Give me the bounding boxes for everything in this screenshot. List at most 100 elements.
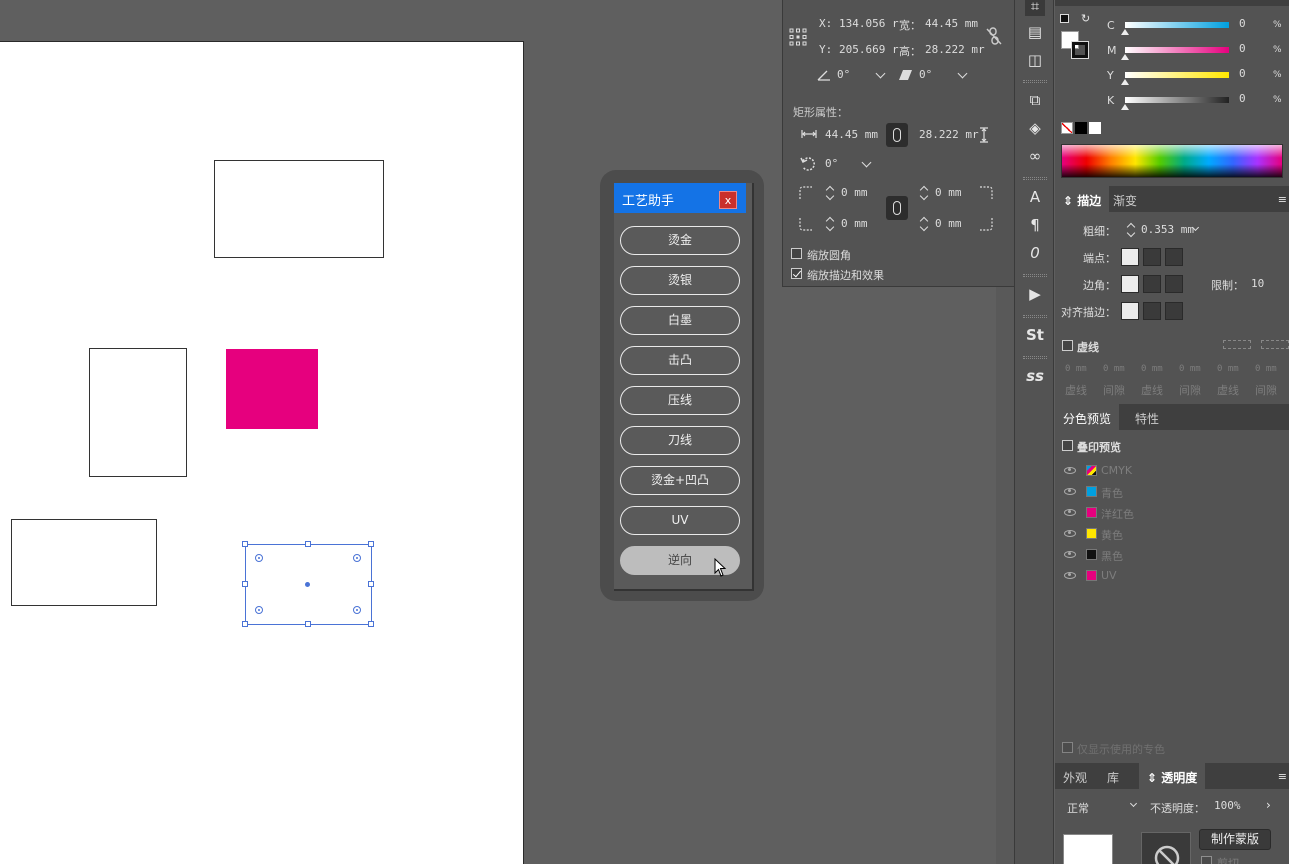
dock-grip[interactable] xyxy=(1023,177,1047,180)
glyphs-icon[interactable]: 0 xyxy=(1025,243,1045,263)
channel-y-slider[interactable] xyxy=(1125,72,1229,78)
handle-mr[interactable] xyxy=(368,581,374,587)
corner-bl-spinner[interactable] xyxy=(826,217,834,231)
emboss-button[interactable]: 击凸 xyxy=(620,346,740,375)
reference-point-icon[interactable] xyxy=(789,28,807,46)
rotate-value[interactable]: 0° xyxy=(837,68,850,81)
round-cap-icon[interactable] xyxy=(1143,248,1161,266)
corner-widget-br[interactable] xyxy=(353,606,361,614)
blend-mode-dropdown-icon[interactable] xyxy=(1129,799,1138,808)
channel-y-thumb[interactable] xyxy=(1121,79,1129,85)
scale-strokes-checkbox[interactable] xyxy=(791,268,802,279)
dash-field-1[interactable]: 0 mm xyxy=(1065,364,1087,374)
channel-k-value[interactable]: 0 xyxy=(1239,92,1246,105)
h-value[interactable]: 28.222 mr xyxy=(925,43,985,56)
white-ink-button[interactable]: 白墨 xyxy=(620,306,740,335)
play-icon[interactable]: ▶ xyxy=(1025,284,1045,304)
weight-value[interactable]: 0.353 mm xyxy=(1141,223,1194,236)
dashed-checkbox[interactable] xyxy=(1062,340,1073,351)
close-button[interactable]: x xyxy=(719,191,737,209)
dock-grip[interactable] xyxy=(1023,80,1047,83)
eye-icon[interactable] xyxy=(1064,509,1076,516)
scale-corners-checkbox[interactable] xyxy=(791,248,802,259)
eye-icon[interactable] xyxy=(1064,467,1076,474)
character-icon[interactable]: A xyxy=(1025,187,1045,207)
blend-mode-value[interactable]: 正常 xyxy=(1067,800,1089,816)
layers-icon[interactable]: ◈ xyxy=(1025,118,1045,138)
handle-tr[interactable] xyxy=(368,541,374,547)
constrain-unlinked-icon[interactable] xyxy=(986,27,1002,45)
corner-widget-tl[interactable] xyxy=(255,554,263,562)
rotate-dropdown-icon[interactable] xyxy=(875,68,886,79)
tab-transparency[interactable]: ⇕ 透明度 xyxy=(1139,763,1206,789)
x-value[interactable]: 134.056 r xyxy=(839,17,899,30)
none-swatch[interactable] xyxy=(1061,122,1073,134)
corner-widget-tr[interactable] xyxy=(353,554,361,562)
color-spectrum[interactable] xyxy=(1061,144,1283,178)
handle-bm[interactable] xyxy=(305,621,311,627)
opacity-value[interactable]: 100% xyxy=(1214,799,1241,812)
links-icon[interactable]: ∞ xyxy=(1025,146,1045,166)
channel-c-thumb[interactable] xyxy=(1121,29,1129,35)
helper-title-bar[interactable]: 工艺助手 x xyxy=(614,183,746,213)
dash-field-3[interactable]: 0 mm xyxy=(1141,364,1163,374)
round-join-icon[interactable] xyxy=(1143,275,1161,293)
rect-rotate-value[interactable]: 0° xyxy=(825,157,838,170)
dash-field-6[interactable]: 0 mm xyxy=(1255,364,1277,374)
white-swatch[interactable] xyxy=(1089,122,1101,134)
corner-tr-value[interactable]: 0 mm xyxy=(935,186,962,199)
shear-value[interactable]: 0° xyxy=(919,68,932,81)
y-value[interactable]: 205.669 r xyxy=(839,43,899,56)
magenta-square[interactable] xyxy=(226,349,318,429)
butt-cap-icon[interactable] xyxy=(1121,248,1139,266)
script-icon[interactable]: ss xyxy=(1025,366,1045,386)
pages-icon[interactable]: ⧉ xyxy=(1025,90,1045,110)
eye-icon[interactable] xyxy=(1064,551,1076,558)
tab-gradient[interactable]: 渐变 xyxy=(1105,186,1145,212)
channel-c-slider[interactable] xyxy=(1125,22,1229,28)
rect-height-value[interactable]: 28.222 mr xyxy=(919,128,979,141)
link-dimensions-icon[interactable] xyxy=(886,123,908,147)
rectangle-top[interactable] xyxy=(214,160,384,258)
mask-thumbnail[interactable] xyxy=(1141,832,1191,864)
dash-field-5[interactable]: 0 mm xyxy=(1217,364,1239,374)
channel-m-thumb[interactable] xyxy=(1121,54,1129,60)
crease-button[interactable]: 压线 xyxy=(620,386,740,415)
swap-icon[interactable]: ↻ xyxy=(1081,12,1090,25)
dash-field-4[interactable]: 0 mm xyxy=(1179,364,1201,374)
transform-icon[interactable]: ⌗ xyxy=(1025,0,1045,16)
eye-icon[interactable] xyxy=(1064,572,1076,579)
make-mask-button[interactable]: 制作蒙版 xyxy=(1199,829,1271,850)
rectangle-bottom-left[interactable] xyxy=(11,519,157,606)
paragraph-icon[interactable]: ¶ xyxy=(1025,215,1045,235)
corner-br-spinner[interactable] xyxy=(920,217,928,231)
channel-c-value[interactable]: 0 xyxy=(1239,17,1246,30)
black-swatch[interactable] xyxy=(1075,122,1087,134)
dock-grip[interactable] xyxy=(1023,274,1047,277)
rectangle-portrait[interactable] xyxy=(89,348,187,477)
tab-appearance[interactable]: 外观 xyxy=(1055,763,1095,789)
gold-emboss-button[interactable]: 烫金+凹凸 xyxy=(620,466,740,495)
opacity-arrow-icon[interactable]: › xyxy=(1266,798,1271,812)
channel-y-value[interactable]: 0 xyxy=(1239,67,1246,80)
hot-gold-button[interactable]: 烫金 xyxy=(620,226,740,255)
miter-join-icon[interactable] xyxy=(1121,275,1139,293)
clip-checkbox[interactable] xyxy=(1201,856,1212,864)
link-corners-icon[interactable] xyxy=(886,196,908,220)
stock-icon[interactable]: St xyxy=(1025,325,1045,345)
eye-icon[interactable] xyxy=(1064,488,1076,495)
align-icon[interactable]: ▤ xyxy=(1025,22,1045,42)
handle-ml[interactable] xyxy=(242,581,248,587)
corner-tl-value[interactable]: 0 mm xyxy=(841,186,868,199)
handle-tm[interactable] xyxy=(305,541,311,547)
corner-widget-bl[interactable] xyxy=(255,606,263,614)
align-inside-icon[interactable] xyxy=(1143,302,1161,320)
handle-tl[interactable] xyxy=(242,541,248,547)
align-center-icon[interactable] xyxy=(1121,302,1139,320)
overprint-preview-checkbox[interactable] xyxy=(1062,440,1073,451)
rect-rotate-dropdown-icon[interactable] xyxy=(861,157,872,168)
shear-dropdown-icon[interactable] xyxy=(957,68,968,79)
channel-k-thumb[interactable] xyxy=(1121,104,1129,110)
corner-br-value[interactable]: 0 mm xyxy=(935,217,962,230)
tab-library[interactable]: 库 xyxy=(1099,763,1127,789)
